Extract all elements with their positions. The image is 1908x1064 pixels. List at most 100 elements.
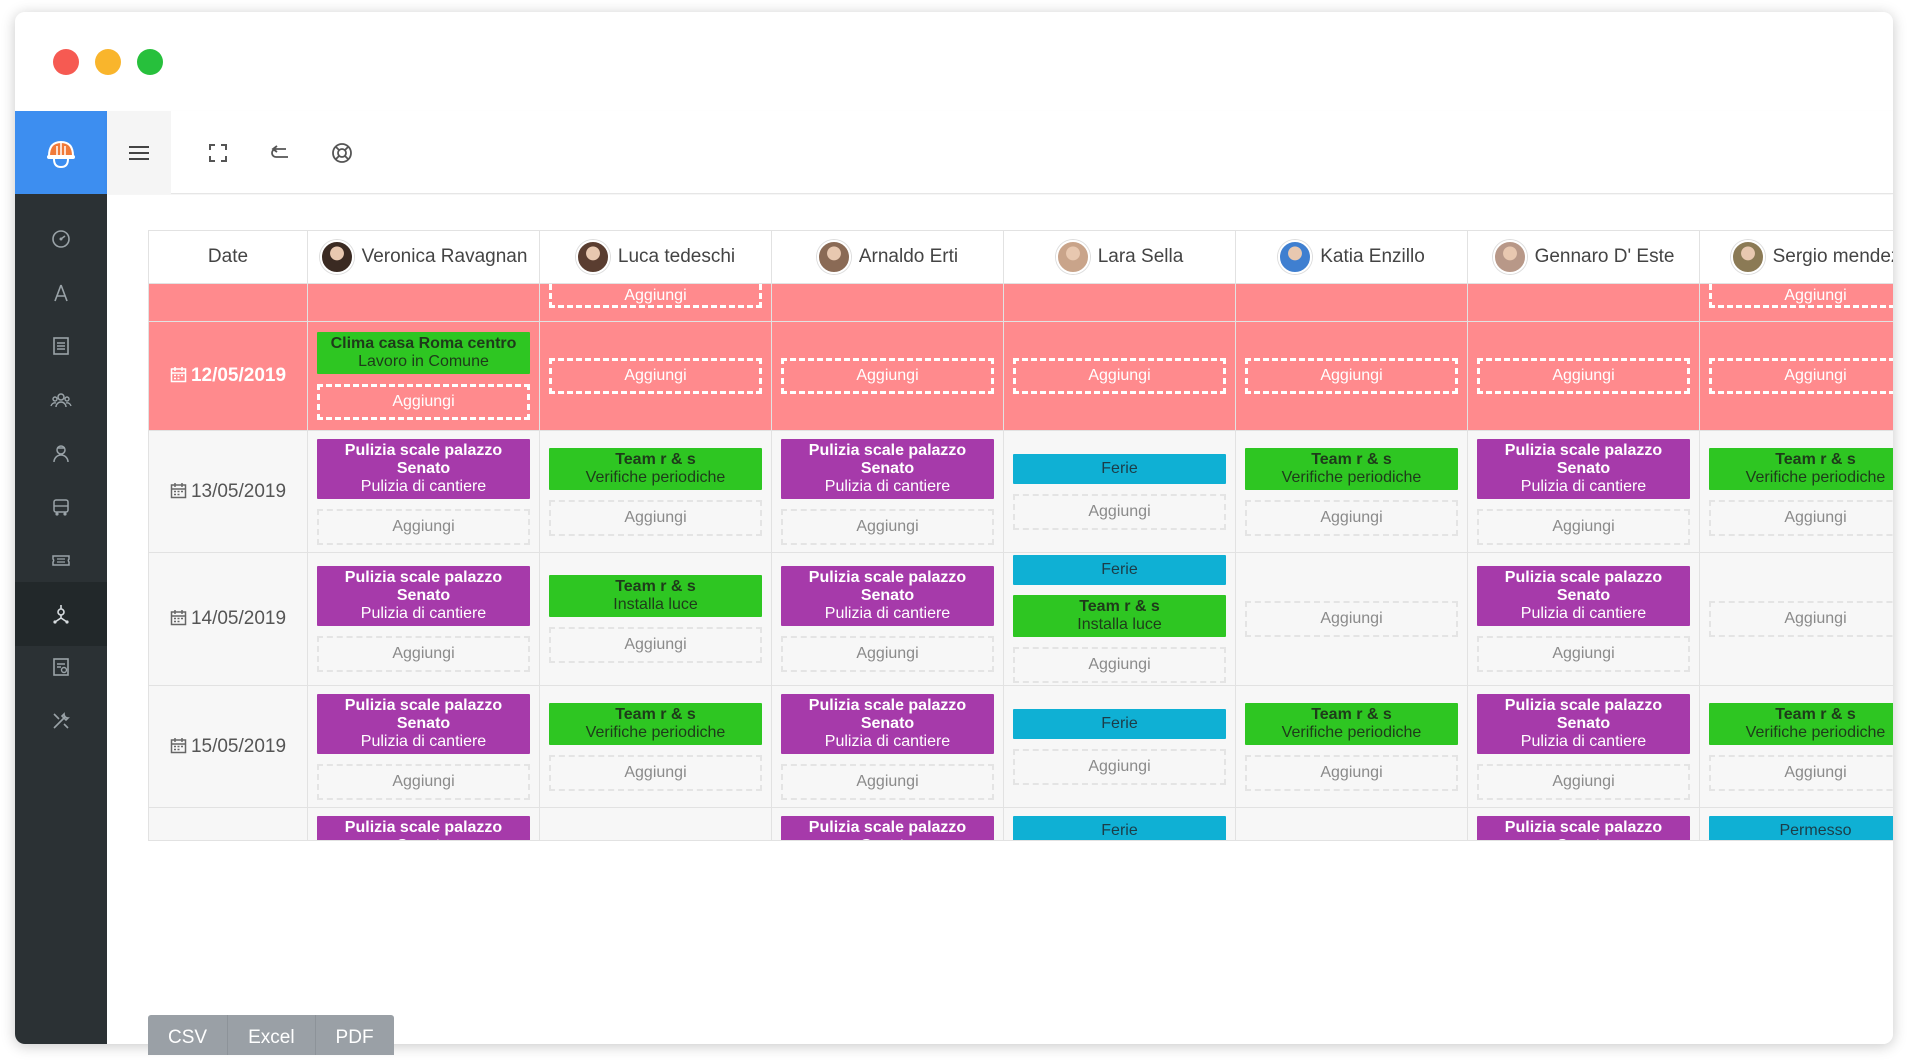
schedule-cell[interactable]: Permesso — [1699, 807, 1893, 841]
event-block[interactable]: Clima casa Roma centro Lavoro in Comune — [317, 332, 530, 374]
employee-header[interactable]: Veronica Ravagnan — [307, 230, 540, 284]
event-block[interactable]: Pulizia scale palazzo Senato Pulizia di c… — [317, 438, 530, 499]
minimize-window-button[interactable] — [95, 49, 121, 75]
schedule-cell[interactable] — [539, 807, 772, 841]
schedule-cell[interactable]: Pulizia scale palazzo Senato Pulizia di c… — [1467, 552, 1700, 686]
event-block[interactable]: Pulizia scale palazzo Senato Pulizia di c… — [317, 693, 530, 754]
schedule-cell[interactable]: Pulizia scale palazzo Senato Pulizia di c… — [307, 552, 540, 686]
add-event-button[interactable]: Aggiungi — [1477, 358, 1690, 394]
add-event-button[interactable]: Aggiungi — [1013, 358, 1226, 394]
schedule-cell[interactable]: Aggiungi — [771, 321, 1004, 431]
add-event-button[interactable]: Aggiungi — [317, 636, 530, 672]
event-block[interactable]: Team r & s Verifiche periodiche — [1709, 702, 1893, 745]
schedule-cell[interactable]: Aggiungi — [1699, 552, 1893, 686]
add-event-button[interactable]: Aggiungi — [549, 627, 762, 663]
schedule-cell[interactable] — [307, 283, 540, 322]
add-event-button[interactable]: Aggiungi — [549, 754, 762, 791]
schedule-grid[interactable]: Date Veronica Ravagnan Luca tedeschi Arnal… — [148, 230, 1893, 966]
add-event-button[interactable]: Aggiungi — [1709, 284, 1893, 308]
export-pdf-button[interactable]: PDF — [316, 1015, 394, 1055]
export-csv-button[interactable]: CSV — [148, 1015, 229, 1055]
add-event-button[interactable]: Aggiungi — [1709, 499, 1893, 536]
schedule-cell[interactable]: Pulizia scale palazzo Senato — [1467, 807, 1700, 841]
event-block[interactable]: Ferie — [1013, 453, 1226, 484]
add-event-button[interactable]: Aggiungi — [1709, 601, 1893, 637]
event-block[interactable]: Pulizia scale palazzo Senato — [317, 816, 530, 840]
brand-logo[interactable] — [15, 111, 107, 194]
schedule-cell[interactable]: Team r & s Verifiche periodiche Aggiungi — [1235, 430, 1468, 553]
schedule-cell[interactable]: Team r & s Installa luce Aggiungi — [539, 552, 772, 686]
schedule-cell[interactable]: Aggiungi — [1235, 321, 1468, 431]
add-event-button[interactable]: Aggiungi — [1709, 358, 1893, 394]
add-event-button[interactable]: Aggiungi — [1245, 754, 1458, 791]
schedule-cell[interactable]: Aggiungi — [539, 321, 772, 431]
event-block[interactable]: Pulizia scale palazzo Senato — [1477, 816, 1690, 840]
add-event-button[interactable]: Aggiungi — [1477, 508, 1690, 545]
event-block[interactable]: Pulizia scale palazzo Senato Pulizia di c… — [1477, 693, 1690, 754]
schedule-cell[interactable] — [1467, 283, 1700, 322]
schedule-cell[interactable]: Pulizia scale palazzo Senato Pulizia di c… — [771, 685, 1004, 808]
event-block[interactable]: Ferie — [1013, 816, 1226, 840]
schedule-cell[interactable]: Pulizia scale palazzo Senato Pulizia di c… — [771, 552, 1004, 686]
menu-toggle-button[interactable] — [107, 111, 171, 194]
add-event-button[interactable]: Aggiungi — [1477, 636, 1690, 672]
schedule-cell[interactable]: Ferie Aggiungi — [1003, 430, 1236, 553]
add-event-button[interactable]: Aggiungi — [1245, 601, 1458, 637]
maximize-window-button[interactable] — [137, 49, 163, 75]
schedule-cell[interactable]: Aggiungi — [1699, 283, 1893, 322]
event-block[interactable]: Ferie — [1013, 708, 1226, 739]
schedule-cell[interactable]: Team r & s Verifiche periodiche Aggiungi — [539, 685, 772, 808]
event-block[interactable]: Team r & s Verifiche periodiche — [1245, 702, 1458, 745]
event-block[interactable]: Permesso — [1709, 816, 1893, 840]
schedule-cell[interactable]: Pulizia scale palazzo Senato Pulizia di c… — [307, 685, 540, 808]
event-block[interactable]: Pulizia scale palazzo Senato Pulizia di c… — [781, 693, 994, 754]
schedule-cell[interactable]: Team r & s Verifiche periodiche Aggiungi — [539, 430, 772, 553]
add-event-button[interactable]: Aggiungi — [781, 763, 994, 800]
schedule-cell[interactable]: Ferie — [1003, 807, 1236, 841]
schedule-cell[interactable]: Pulizia scale palazzo Senato Pulizia di c… — [1467, 430, 1700, 553]
schedule-cell[interactable] — [771, 283, 1004, 322]
event-block[interactable]: Pulizia scale palazzo Senato Pulizia di c… — [1477, 438, 1690, 499]
add-event-button[interactable]: Aggiungi — [1013, 748, 1226, 785]
schedule-cell[interactable]: Ferie Aggiungi — [1003, 685, 1236, 808]
schedule-cell[interactable]: Clima casa Roma centro Lavoro in Comune Ag… — [307, 321, 540, 431]
event-block[interactable]: Team r & s Verifiche periodiche — [549, 447, 762, 490]
schedule-cell[interactable]: Team r & s Verifiche periodiche Aggiungi — [1699, 685, 1893, 808]
employee-header[interactable]: Lara Sella — [1003, 230, 1236, 284]
schedule-cell[interactable]: Team r & s Verifiche periodiche Aggiungi — [1699, 430, 1893, 553]
undo-button[interactable] — [249, 111, 311, 194]
event-block[interactable]: Pulizia scale palazzo Senato Pulizia di c… — [317, 566, 530, 626]
schedule-cell[interactable] — [1003, 283, 1236, 322]
event-block[interactable]: Pulizia scale palazzo Senato — [781, 816, 994, 840]
event-block[interactable]: Pulizia scale palazzo Senato Pulizia di c… — [781, 566, 994, 626]
event-block[interactable]: Team r & s Verifiche periodiche — [1245, 447, 1458, 490]
employee-header[interactable]: Katia Enzillo — [1235, 230, 1468, 284]
schedule-cell[interactable]: Pulizia scale palazzo Senato — [307, 807, 540, 841]
event-block[interactable]: Pulizia scale palazzo Senato Pulizia di c… — [781, 438, 994, 499]
schedule-cell[interactable]: Ferie Team r & s Installa luce Aggiungi — [1003, 552, 1236, 686]
add-event-button[interactable]: Aggiungi — [781, 358, 994, 394]
schedule-cell[interactable] — [1235, 807, 1468, 841]
add-event-button[interactable]: Aggiungi — [549, 499, 762, 536]
add-event-button[interactable]: Aggiungi — [1013, 493, 1226, 530]
schedule-cell[interactable]: Pulizia scale palazzo Senato Pulizia di c… — [771, 430, 1004, 553]
add-event-button[interactable]: Aggiungi — [1709, 754, 1893, 791]
event-block[interactable]: Team r & s Installa luce — [549, 575, 762, 617]
schedule-cell[interactable]: Aggiungi — [1467, 321, 1700, 431]
close-window-button[interactable] — [53, 49, 79, 75]
schedule-cell[interactable]: Aggiungi — [1699, 321, 1893, 431]
add-event-button[interactable]: Aggiungi — [1245, 358, 1458, 394]
schedule-cell[interactable]: Pulizia scale palazzo Senato Pulizia di c… — [307, 430, 540, 553]
employee-header[interactable]: Arnaldo Erti — [771, 230, 1004, 284]
schedule-cell[interactable]: Aggiungi — [1003, 321, 1236, 431]
schedule-cell[interactable]: Aggiungi — [1235, 552, 1468, 686]
schedule-cell[interactable]: Aggiungi — [539, 283, 772, 322]
add-event-button[interactable]: Aggiungi — [781, 636, 994, 672]
event-block[interactable]: Ferie — [1013, 555, 1226, 585]
add-event-button[interactable]: Aggiungi — [549, 284, 762, 308]
event-block[interactable]: Team r & s Verifiche periodiche — [549, 702, 762, 745]
schedule-cell[interactable]: Pulizia scale palazzo Senato Pulizia di c… — [1467, 685, 1700, 808]
employee-header[interactable]: Gennaro D' Este — [1467, 230, 1700, 284]
schedule-cell[interactable]: Team r & s Verifiche periodiche Aggiungi — [1235, 685, 1468, 808]
add-event-button[interactable]: Aggiungi — [549, 358, 762, 394]
